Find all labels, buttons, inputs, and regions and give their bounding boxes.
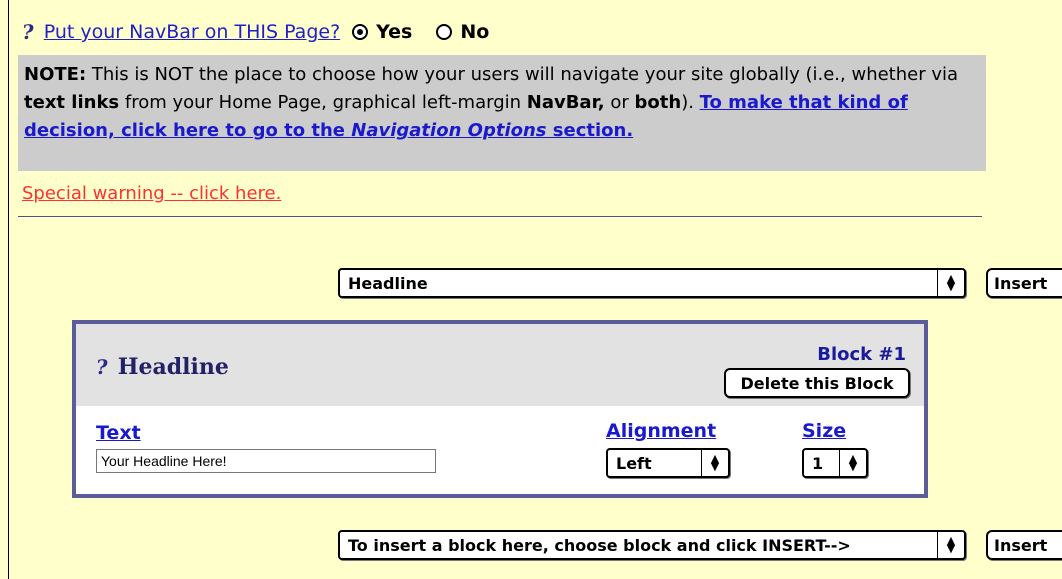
block-type-select-top-value: Headline — [348, 273, 428, 293]
navbar-question-row: ? Put your NavBar on THIS Page? Yes No — [20, 18, 490, 46]
updown-arrow-icon: ▲ ▼ — [937, 270, 964, 296]
note-bold-2: NavBar, — [526, 92, 605, 113]
divider — [18, 216, 982, 217]
no-radio[interactable] — [436, 24, 453, 40]
size-select-value: 1 — [812, 453, 824, 473]
alignment-select-value: Left — [616, 453, 652, 473]
special-warning-link[interactable]: Special warning -- click here. — [22, 183, 281, 204]
navbar-question-link[interactable]: Put your NavBar on THIS Page? — [44, 21, 340, 43]
note-text-2: from your Home Page, graphical left-marg… — [119, 92, 527, 113]
size-select[interactable]: 1 ▲ ▼ — [802, 448, 868, 478]
help-icon[interactable]: ? — [20, 20, 35, 44]
headline-block: ? Headline Block #1 Delete this Block Te… — [72, 320, 928, 498]
navigation-options-link-end[interactable]: section. — [547, 120, 633, 141]
no-label: No — [460, 21, 490, 43]
block-title-text: Headline — [117, 354, 229, 380]
note-prefix: NOTE: — [24, 64, 87, 85]
block-type-select-top[interactable]: Headline ▲ ▼ — [338, 268, 966, 298]
yes-label: Yes — [376, 21, 413, 43]
delete-block-button[interactable]: Delete this Block — [724, 368, 910, 398]
headline-text-input[interactable] — [96, 449, 436, 473]
note-bold-3: both — [634, 92, 682, 113]
insert-button-top[interactable]: Insert — [986, 268, 1062, 298]
block-title: ? Headline — [94, 354, 229, 380]
block-header: ? Headline Block #1 Delete this Block — [76, 324, 924, 406]
note-bold-1: text links — [24, 92, 120, 113]
block-type-select-bottom-value: To insert a block here, choose block and… — [348, 535, 851, 555]
block-number: Block #1 — [817, 344, 906, 365]
size-label[interactable]: Size — [802, 420, 846, 442]
note-text-1: This is NOT the place to choose how your… — [86, 64, 959, 85]
yes-radio[interactable] — [352, 24, 369, 40]
note-text-3: or — [604, 92, 635, 113]
navigation-note: NOTE: This is NOT the place to choose ho… — [18, 55, 986, 171]
updown-arrow-icon: ▲ ▼ — [839, 450, 866, 476]
alignment-select[interactable]: Left ▲ ▼ — [606, 448, 730, 478]
alignment-label[interactable]: Alignment — [606, 420, 716, 442]
insert-button-bottom[interactable]: Insert — [986, 530, 1062, 560]
text-field-label[interactable]: Text — [96, 422, 141, 444]
help-icon[interactable]: ? — [94, 355, 109, 379]
left-border — [8, 0, 9, 579]
updown-arrow-icon: ▲ ▼ — [937, 532, 964, 558]
block-type-select-bottom[interactable]: To insert a block here, choose block and… — [338, 530, 966, 560]
note-text-4: ). — [681, 92, 700, 113]
navigation-options-link-italic[interactable]: Navigation Options — [351, 120, 546, 141]
updown-arrow-icon: ▲ ▼ — [701, 450, 728, 476]
